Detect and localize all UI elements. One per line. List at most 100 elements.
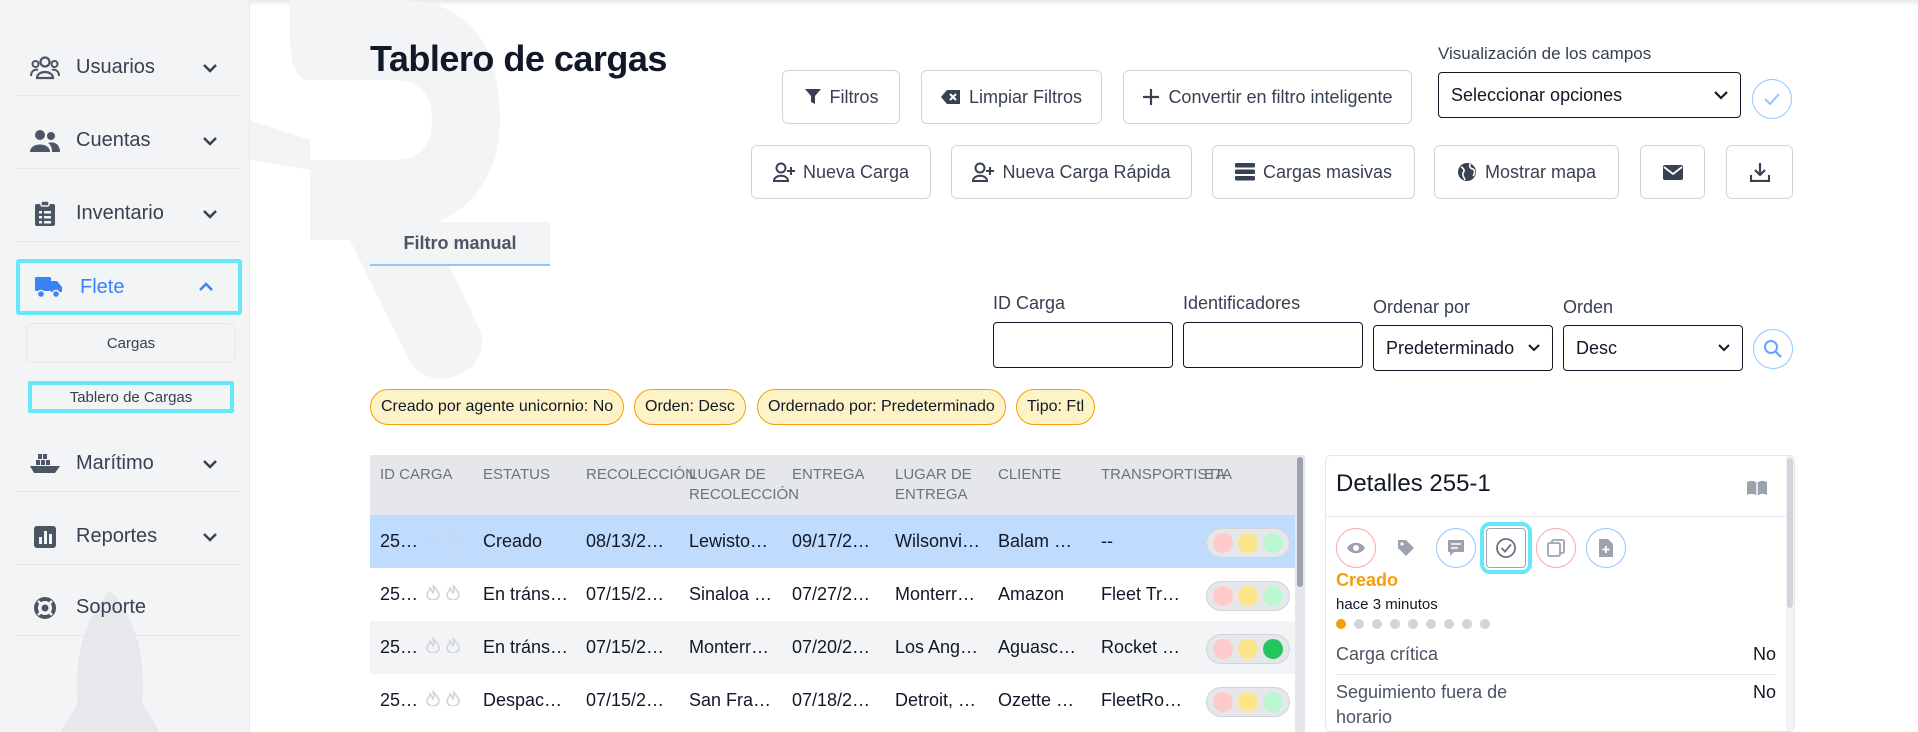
plus-icon [1143, 89, 1160, 105]
cell-text: 08/13/2… [586, 531, 665, 551]
table-row[interactable]: 25… En tráns… 07/15/2… Monterr… 07/20/2… Los … [370, 621, 1305, 674]
progress-step [1408, 619, 1418, 629]
order-select[interactable]: Desc [1563, 325, 1743, 371]
download-button[interactable] [1726, 145, 1793, 199]
new-quick-load-label: Nueva Carga Rápida [1002, 161, 1171, 182]
chevron-down-icon [1528, 344, 1540, 352]
filter-chip[interactable]: Tipo: Ftl [1016, 389, 1096, 425]
tag-action-button[interactable] [1386, 528, 1426, 568]
filter-chip[interactable]: Creado por agente unicornio: No [370, 389, 625, 425]
eta-light [1213, 639, 1234, 659]
filter-chip[interactable]: Orden: Desc [634, 389, 746, 425]
sidebar-item-usuarios[interactable]: Usuarios [16, 40, 242, 96]
detail-title: Detalles 255-1 [1336, 470, 1491, 497]
flame-icons [426, 637, 460, 658]
table-cell-carrier: FleetRo… [1101, 674, 1196, 727]
chevron-down-icon [198, 209, 222, 219]
apply-fields-button[interactable] [1752, 79, 1792, 119]
cell-text: Detroit, … [895, 690, 977, 710]
email-button[interactable] [1640, 145, 1705, 199]
sidebar-subitem-tablero-de-cargas[interactable]: Tablero de Cargas [28, 381, 234, 413]
sidebar-item-soporte[interactable]: Soporte [16, 580, 242, 636]
table-cell-pickup: 07/15/2… [586, 674, 681, 727]
column-header-pickup-place[interactable]: LUGAR DE RECOLECCIÓN [689, 465, 799, 505]
new-load-button[interactable]: Nueva Carga [751, 145, 931, 199]
confirm-action-button[interactable] [1480, 522, 1532, 574]
show-map-button[interactable]: Mostrar mapa [1434, 145, 1619, 199]
cell-text: 07/15/2… [586, 584, 665, 604]
cell-text: 07/18/2… [792, 690, 871, 710]
column-header-id[interactable]: ID CARGA [380, 465, 453, 485]
column-header-delivery[interactable]: ENTREGA [792, 465, 865, 485]
tab-filtro-manual[interactable]: Filtro manual [370, 222, 550, 266]
book-icon[interactable] [1746, 480, 1768, 496]
filter-chip[interactable]: Ordernado por: Predeterminado [757, 389, 1006, 425]
clear-filters-button[interactable]: Limpiar Filtros [921, 70, 1102, 124]
bulk-loads-label: Cargas masivas [1262, 161, 1393, 182]
column-header-pickup[interactable]: RECOLECCIÓN [586, 465, 696, 485]
column-header-eta[interactable]: ETA [1204, 465, 1232, 485]
table-cell-carrier: Fleet Tr… [1101, 568, 1196, 621]
chevron-down-icon [198, 532, 222, 542]
table-cell-delivery: 09/17/2… [792, 515, 887, 568]
table-row[interactable]: 25… Despac… 07/15/2… San Fra… 07/18/2… Detroi… [370, 674, 1305, 727]
sidebar-item-inventario[interactable]: Inventario [16, 186, 242, 242]
detail-scrollbar-thumb[interactable] [1787, 458, 1793, 608]
smart-filter-label: Convertir en filtro inteligente [1168, 86, 1393, 107]
eta-light [1213, 586, 1234, 606]
sidebar-item-reportes[interactable]: Reportes [16, 509, 242, 565]
add-document-action-button[interactable] [1586, 528, 1626, 568]
column-header-status[interactable]: ESTATUS [483, 465, 550, 485]
eraser-icon [940, 90, 960, 104]
detail-field-label: Seguimiento fuera de horario [1336, 682, 1508, 727]
cell-text: 07/15/2… [586, 690, 665, 710]
new-quick-load-button[interactable]: Nueva Carga Rápida [951, 145, 1192, 199]
fields-visibility-label: Visualización de los campos [1438, 44, 1652, 63]
progress-step [1354, 619, 1364, 629]
table-row[interactable]: 25… Creado 08/13/2… Lewisto… 09/17/2… Wilsonv… [370, 515, 1305, 568]
detail-field-label: Carga crítica [1336, 644, 1439, 664]
cell-text: 09/17/2… [792, 531, 871, 551]
eta-light [1262, 639, 1283, 659]
filters-button[interactable]: Filtros [782, 70, 900, 124]
identifiers-label: Identificadores [1183, 293, 1301, 313]
identifiers-input[interactable] [1183, 322, 1363, 368]
order-by-select[interactable]: Predeterminado [1373, 325, 1553, 371]
view-action-button[interactable] [1336, 528, 1376, 568]
sidebar-item-label: Usuarios [76, 56, 155, 78]
fields-visibility-select[interactable]: Seleccionar opciones [1438, 72, 1741, 118]
progress-step [1480, 619, 1490, 629]
table-cell-pickup: 07/15/2… [586, 568, 681, 621]
table-cell-status: En tráns… [483, 568, 578, 621]
table-scrollbar-thumb[interactable] [1297, 457, 1303, 587]
filters-label: Filtros [829, 86, 879, 107]
bulk-loads-button[interactable]: Cargas masivas [1212, 145, 1415, 199]
cell-text: Lewisto… [689, 531, 769, 551]
search-button[interactable] [1753, 329, 1793, 369]
detail-scrollbar[interactable] [1786, 456, 1794, 731]
support-icon [30, 595, 60, 621]
copy-icon [1547, 539, 1565, 557]
copy-action-button[interactable] [1536, 528, 1576, 568]
cell-text: Creado [483, 531, 543, 551]
sidebar-item-label: Marítimo [76, 452, 154, 474]
sidebar-item-maritimo[interactable]: Marítimo [16, 436, 242, 492]
sidebar-subitem-cargas[interactable]: Cargas [26, 323, 236, 363]
comment-action-button[interactable] [1436, 528, 1476, 568]
table-scrollbar[interactable] [1295, 455, 1305, 732]
cell-text: Despac… [483, 690, 563, 710]
smart-filter-button[interactable]: Convertir en filtro inteligente [1123, 70, 1412, 124]
flame-icon [426, 690, 440, 711]
id-carga-input[interactable] [993, 322, 1173, 368]
loads-table: ID CARGA ESTATUS RECOLECCIÓN LUGAR DE RE… [370, 455, 1305, 732]
sidebar-item-flete[interactable]: Flete [16, 259, 242, 315]
column-header-client[interactable]: CLIENTE [998, 465, 1061, 485]
eta-traffic-light [1206, 634, 1290, 664]
table-row[interactable]: 25… En tráns… 07/15/2… Sinaloa … 07/27/2… Mon… [370, 568, 1305, 621]
flame-icons [426, 584, 460, 605]
column-header-delivery-place[interactable]: LUGAR DE ENTREGA [895, 465, 985, 505]
sidebar: Usuarios Cuentas Inventario Flete Cargas [0, 0, 250, 732]
app: Usuarios Cuentas Inventario Flete Cargas [0, 0, 1918, 732]
sidebar-item-cuentas[interactable]: Cuentas [16, 113, 242, 169]
stack-icon [1234, 163, 1255, 181]
